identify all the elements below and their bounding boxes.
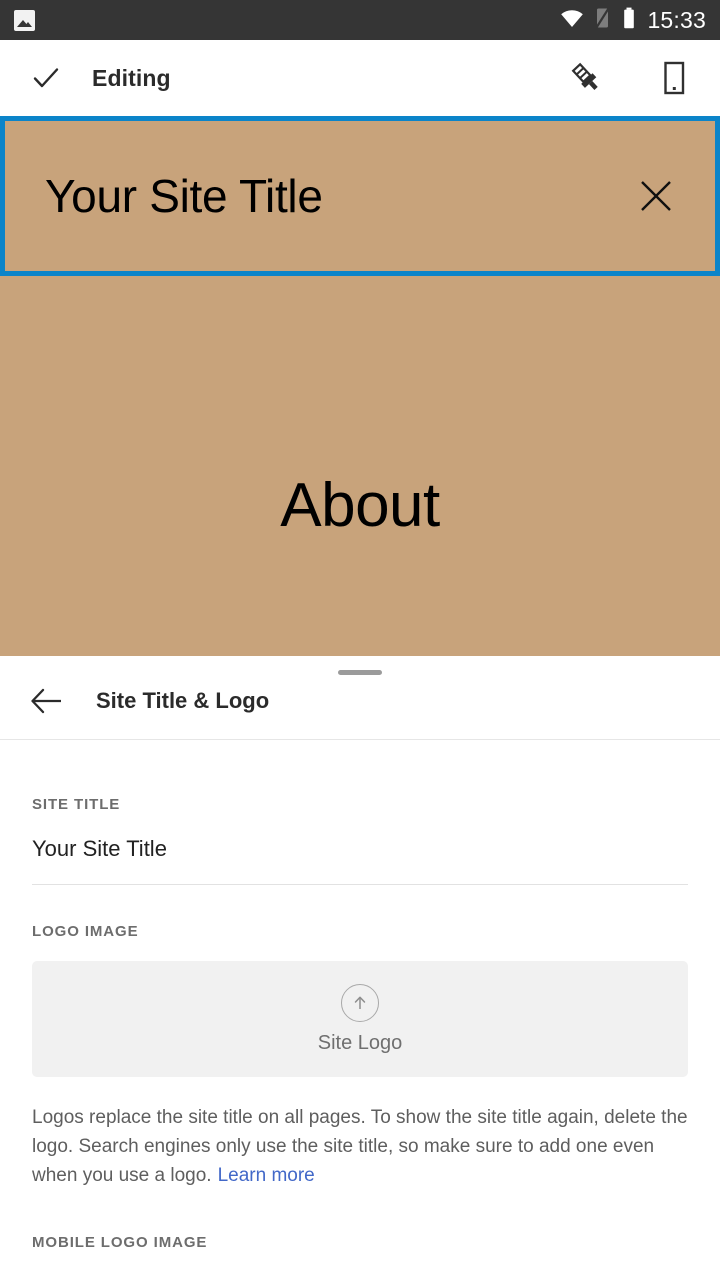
battery-icon [622,7,636,34]
preview-page-heading: About [280,471,440,540]
logo-help-text: Logos replace the site title on all page… [32,1103,688,1190]
site-title-label: SITE TITLE [32,796,121,813]
back-arrow-icon[interactable] [26,680,68,722]
signal-off-icon [595,7,611,34]
sheet-header: Site Title & Logo [0,656,720,740]
logo-upload-dropzone[interactable]: Site Logo [32,961,688,1077]
sheet-title: Site Title & Logo [96,687,270,713]
settings-bottom-sheet: Site Title & Logo SITE TITLE LOGO IMAGE [0,656,720,1280]
paintbrush-icon[interactable] [564,56,608,100]
logo-dropzone-label: Site Logo [317,1031,403,1054]
selected-site-title-block[interactable]: Your Site Title [0,116,720,276]
logo-image-label: LOGO IMAGE [32,923,139,940]
page-title: Editing [92,64,171,91]
app-screen: 15:33 Editing Your Site Title About Site… [0,0,720,1280]
sheet-body: SITE TITLE LOGO IMAGE Site Logo Logos re… [0,740,720,1251]
mobile-logo-image-label: MOBILE LOGO IMAGE [32,1234,208,1251]
status-bar: 15:33 [0,0,720,40]
logo-help-text-body: Logos replace the site title on all page… [32,1107,688,1186]
status-bar-clock: 15:33 [647,6,706,33]
learn-more-link[interactable]: Learn more [218,1165,315,1186]
app-bar: Editing [0,40,720,116]
wifi-icon [560,8,584,33]
app-bar-actions [564,56,696,100]
status-bar-system-icons: 15:33 [560,7,706,34]
preview-site-title: Your Site Title [45,170,323,222]
upload-arrow-icon [341,983,379,1022]
close-icon[interactable] [633,173,679,219]
check-icon[interactable] [26,58,66,98]
status-bar-notifications [14,9,35,31]
site-preview-canvas[interactable]: Your Site Title About [0,116,720,656]
mobile-device-icon[interactable] [652,56,696,100]
site-title-input[interactable] [32,813,688,884]
photo-icon [14,9,35,31]
site-title-field-group: SITE TITLE [32,740,688,885]
